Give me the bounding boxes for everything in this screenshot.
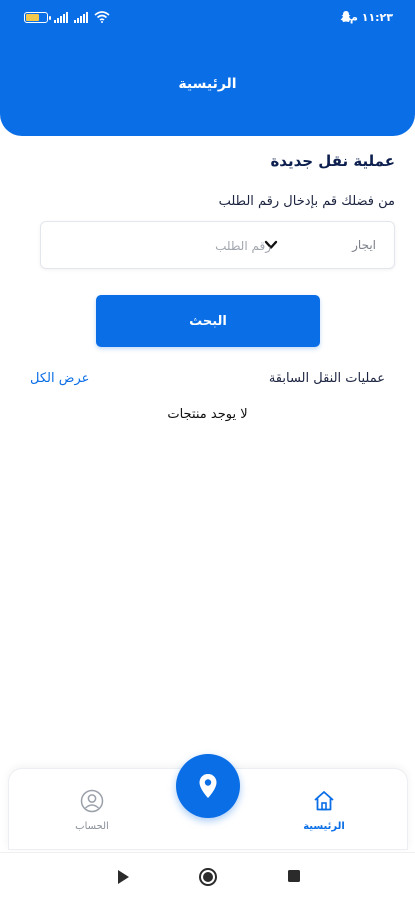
nav-account-label: الحساب [75,821,109,832]
signal-icon [74,11,88,23]
nav-home[interactable]: الرئيسية [289,789,359,832]
location-fab[interactable] [176,754,240,818]
status-time: ١١:٢٣ م [349,11,393,24]
order-search-field: ايجار [40,221,395,269]
type-select[interactable]: ايجار [352,238,376,252]
home-icon [314,791,334,811]
app-header: ١١:٢٣ م الرئيسية [0,0,415,136]
location-pin-icon [199,774,217,798]
signal-icon [54,11,68,23]
page-title: الرئيسية [178,76,237,92]
view-all-link[interactable]: عرض الكل [30,371,89,386]
nav-account[interactable]: الحساب [57,789,127,832]
wifi-icon [94,11,110,23]
previous-transfers-title: عمليات النقل السابقة [268,371,385,386]
home-circle-icon[interactable] [198,867,218,887]
status-icons [24,11,110,23]
back-icon[interactable] [116,869,130,885]
status-bar: ١١:٢٣ م [0,8,415,30]
battery-icon [24,11,51,23]
nav-home-label: الرئيسية [303,821,345,832]
system-nav-bar [0,852,415,900]
search-button[interactable]: البحث [96,295,320,347]
order-number-hint: من فضلك قم بإدخال رقم الطلب [218,194,395,209]
section-title: عملية نقل جديدة [270,152,395,170]
recents-icon[interactable] [287,869,301,883]
empty-message: لا يوجد منتجات [167,407,248,422]
order-number-input[interactable] [141,232,271,260]
user-icon [80,789,104,813]
